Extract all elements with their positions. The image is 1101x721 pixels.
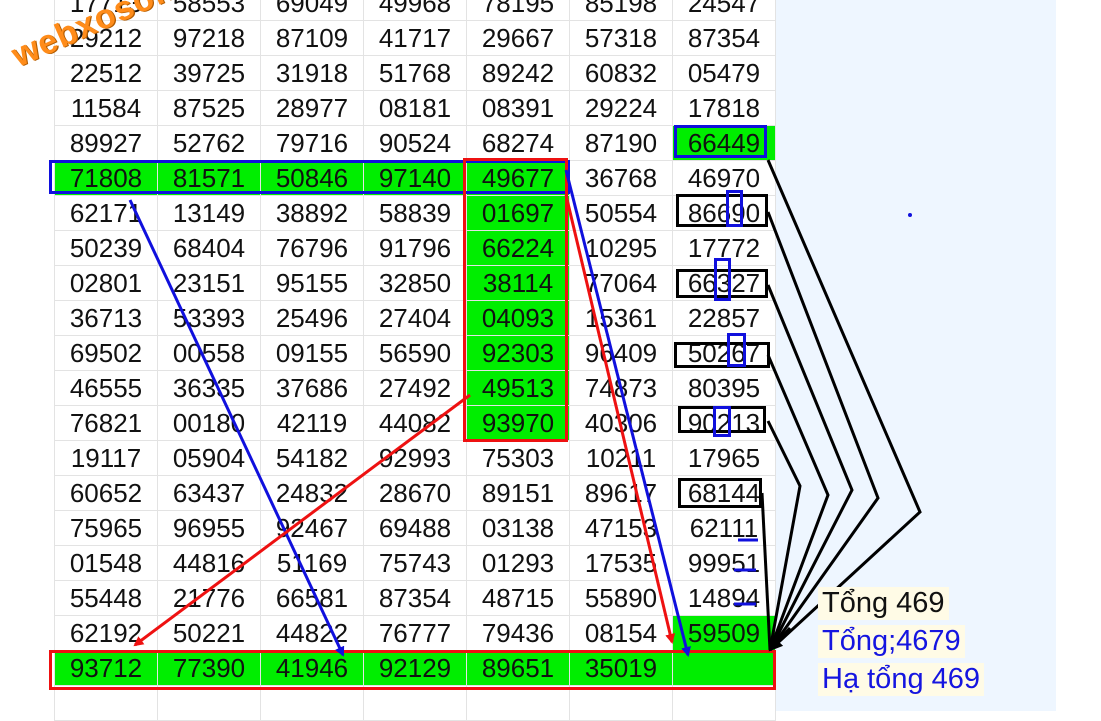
blue-arrow: [564, 169, 691, 657]
note-lower-sum: Hạ tổng 469: [818, 663, 985, 696]
note-sum-alt: Tổng;4679: [818, 625, 965, 658]
red-arrow: [564, 194, 676, 644]
black-connector: [766, 211, 880, 651]
red-arrow: [133, 393, 471, 647]
note-sum: Tổng 469: [818, 587, 949, 620]
blue-arrow: [128, 199, 345, 657]
blue-dot: [908, 213, 912, 217]
black-connector: [760, 492, 772, 651]
